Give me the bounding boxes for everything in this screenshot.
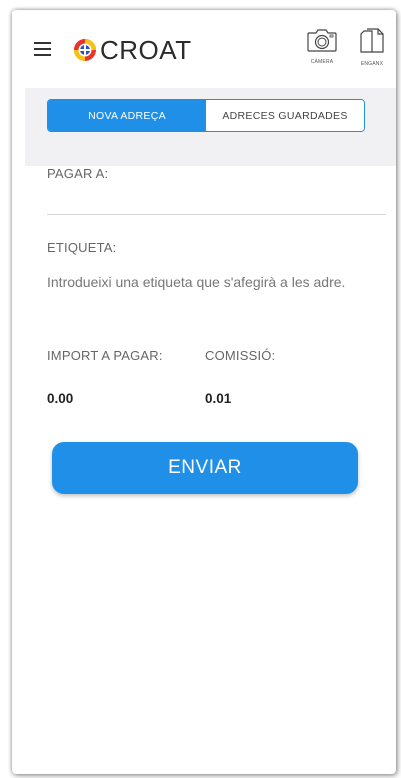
app-screen: CROAT CÀMERA ENGANX NOVA ADREÇA ADRECES … [12, 10, 396, 774]
pay-to-input[interactable] [47, 196, 390, 216]
send-button[interactable]: ENVIAR [52, 442, 358, 494]
tag-label: ETIQUETA: [47, 240, 117, 255]
paste-label: ENGANX [360, 61, 384, 67]
croat-logo-icon [74, 39, 96, 61]
fee-label: COMISSIÓ: [205, 348, 276, 363]
pay-to-underline [47, 214, 386, 215]
top-bar: CROAT CÀMERA ENGANX [12, 10, 396, 88]
app-logo: CROAT [73, 34, 192, 66]
tab-panel: NOVA ADREÇA ADRECES GUARDADES [25, 88, 396, 166]
tag-input[interactable]: Introdueixi una etiqueta que s'afegirà a… [47, 274, 392, 290]
paste-button[interactable]: ENGANX [352, 27, 392, 67]
amount-value[interactable]: 0.00 [47, 391, 73, 406]
pay-to-label: PAGAR A: [47, 166, 109, 181]
tab-new-address[interactable]: NOVA ADREÇA [48, 100, 206, 131]
tab-saved-addresses[interactable]: ADRECES GUARDADES [206, 100, 364, 131]
logo-text: CROAT [100, 34, 192, 65]
fee-value: 0.01 [205, 391, 232, 406]
menu-icon[interactable] [34, 42, 51, 56]
camera-button[interactable]: CÀMERA [302, 27, 342, 65]
camera-icon [307, 29, 337, 52]
paste-icon [360, 28, 384, 53]
address-tabs: NOVA ADREÇA ADRECES GUARDADES [47, 99, 365, 132]
amount-label: IMPORT A PAGAR: [47, 348, 163, 363]
camera-label: CÀMERA [310, 59, 334, 65]
